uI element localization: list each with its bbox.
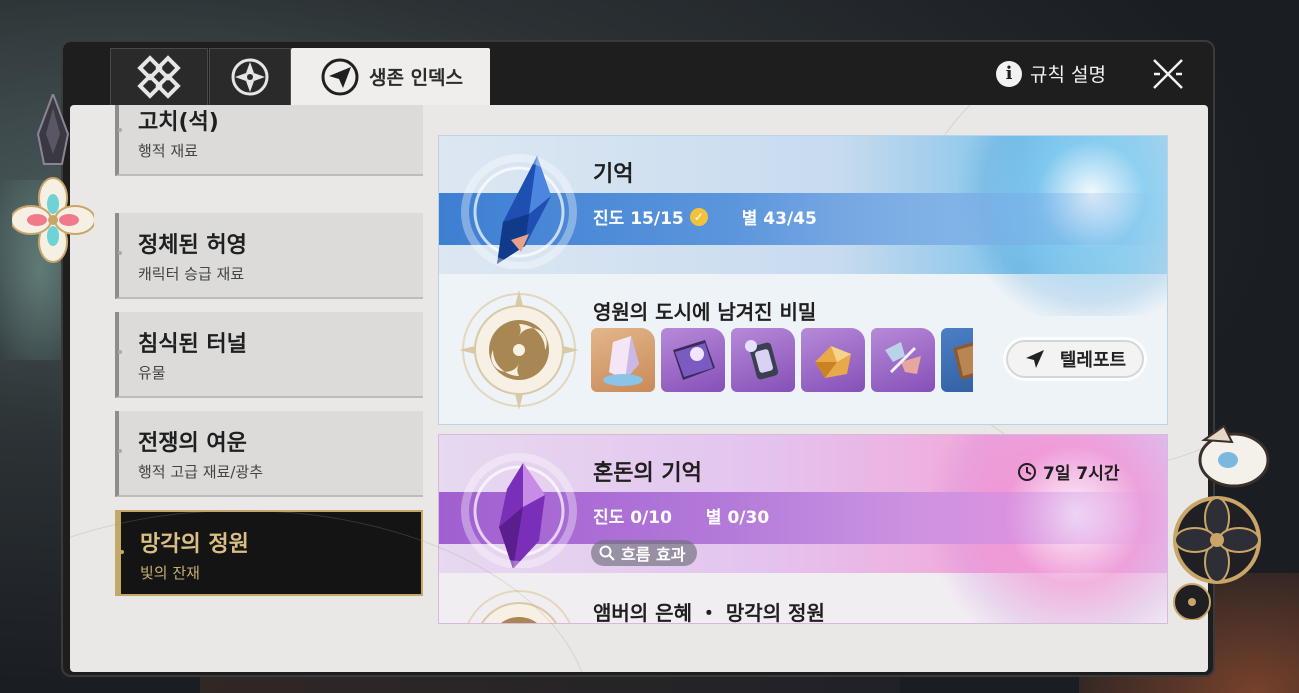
close-icon[interactable] [1150, 56, 1186, 92]
card-title: 혼돈의 기억 [593, 461, 702, 486]
seal-emblem-icon [467, 590, 571, 623]
reward-item[interactable] [801, 328, 865, 392]
item-subtitle: 빛의 잔재 [140, 564, 200, 582]
rules-label: 규칙 설명 [1030, 64, 1106, 86]
list-bullet [118, 128, 122, 132]
item-subtitle: 행적 재료 [138, 142, 198, 160]
compass-wheel-icon [231, 58, 269, 96]
teleport-label: 텔레포트 [1059, 350, 1127, 371]
card-stats: 진도 0/10 별 0/30 [593, 503, 769, 528]
list-bullet [118, 251, 122, 255]
check-icon: ✓ [689, 207, 708, 226]
flow-effect-label: 흐름 효과 [621, 545, 686, 564]
tab-compass-wheel[interactable] [209, 48, 291, 105]
list-bullet [120, 550, 124, 554]
tab-survival-index[interactable]: 생존 인덱스 [291, 48, 490, 105]
timer-text: 7일 7시간 [1043, 464, 1120, 484]
stars-text: 별 43/45 [741, 209, 817, 229]
memory-card: 기억 진도 15/15 ✓ 별 43/45 영원의 도시에 남겨진 비밀 텔레포… [438, 135, 1168, 425]
list-bullet [118, 449, 122, 453]
teleport-button[interactable]: 텔레포트 [1006, 340, 1144, 378]
list-item[interactable]: 침식된 터널 유물 [115, 312, 423, 398]
item-title: 정체된 허영 [138, 233, 247, 258]
info-icon: i [996, 60, 1022, 87]
progress-text: 진도 0/10 [593, 508, 672, 528]
stage-title: 영원의 도시에 남겨진 비밀 [593, 300, 817, 324]
rules-button[interactable]: i 규칙 설명 [996, 60, 1106, 87]
card-stats: 진도 15/15 ✓ 별 43/45 [593, 204, 817, 229]
item-title: 망각의 정원 [140, 532, 249, 557]
blue-crystal-icon [461, 154, 577, 269]
tab-label: 생존 인덱스 [369, 67, 464, 89]
progress-text: 진도 15/15 [593, 209, 684, 229]
list-item[interactable]: 고치(석) 행적 재료 [115, 105, 423, 176]
chaos-memory-card: 혼돈의 기억 7일 7시간 진도 0/10 별 0/30 흐름 효과 앰버의 은… [438, 434, 1168, 624]
list-item[interactable]: 정체된 허영 캐릭터 승급 재료 [115, 213, 423, 299]
clock-icon [1018, 462, 1036, 481]
reward-item[interactable] [871, 328, 935, 392]
search-icon [599, 545, 615, 561]
reward-list [591, 328, 973, 392]
lantern-icon [745, 340, 779, 380]
purple-crystal-icon [461, 453, 577, 568]
reward-item[interactable] [941, 328, 973, 392]
flower-pin-icon [12, 94, 94, 263]
gold-ore-icon [815, 346, 851, 378]
reward-item[interactable] [731, 328, 795, 392]
diamond-grid-icon [137, 55, 181, 99]
item-title: 고치(석) [138, 110, 219, 135]
item-subtitle: 캐릭터 승급 재료 [138, 265, 245, 283]
list-bullet [118, 350, 122, 354]
paper-plane-badge-icon [321, 58, 359, 95]
content-panel: 고치(석) 행적 재료 정체된 허영 캐릭터 승급 재료 침식된 터널 유물 전… [70, 105, 1208, 672]
list-item-selected[interactable]: 망각의 정원 빛의 잔재 [115, 510, 423, 596]
flow-effect-button[interactable]: 흐름 효과 [591, 540, 698, 566]
black-flower-pin-icon [1173, 424, 1270, 620]
timer: 7일 7시간 [1017, 459, 1120, 484]
item-subtitle: 행적 고급 재료/광추 [138, 463, 263, 481]
reward-item[interactable] [661, 328, 725, 392]
item-title: 전쟁의 여운 [138, 431, 247, 456]
crystal-shard-icon [603, 336, 643, 386]
feather-relic-icon [885, 342, 921, 374]
send-arrow-icon [1025, 350, 1044, 368]
brown-book-icon [953, 342, 973, 380]
purple-book-icon [673, 340, 715, 380]
tab-diamond-grid[interactable] [110, 48, 208, 105]
item-subtitle: 유물 [138, 364, 166, 382]
list-item[interactable]: 전쟁의 여운 행적 고급 재료/광추 [115, 411, 423, 497]
stage-title: 앰버의 은혜 ・ 망각의 정원 [593, 601, 825, 624]
survival-index-window: 생존 인덱스 i 규칙 설명 고치(석) 행적 재료 정체된 허영 캐릭터 승급… [61, 40, 1215, 677]
card-title: 기억 [593, 162, 634, 187]
seal-emblem-icon [459, 290, 579, 410]
reward-item[interactable] [591, 328, 655, 392]
stars-text: 별 0/30 [705, 508, 770, 528]
item-title: 침식된 터널 [138, 332, 247, 357]
